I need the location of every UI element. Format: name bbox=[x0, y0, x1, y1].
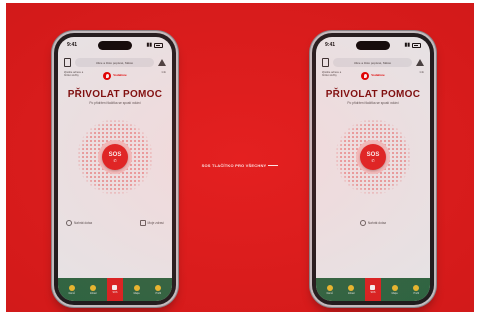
upload-query-label: Nahrát dotaz bbox=[74, 221, 93, 225]
brand-name: Vodafone bbox=[113, 73, 127, 78]
map-icon bbox=[133, 284, 140, 291]
page-title: PŘIVOLAT POMOC bbox=[67, 89, 163, 100]
upload-query-label: Nahrát dotaz bbox=[367, 221, 387, 225]
tab-sos[interactable]: SOS bbox=[364, 278, 381, 301]
location-hint: Zjistěte adresu a blízké služby bbox=[322, 71, 342, 77]
tab-label: Profil bbox=[413, 291, 419, 295]
dynamic-island bbox=[98, 41, 132, 50]
caption-text: SOS TLAČÍTKO PRO VŠECHNY bbox=[201, 163, 267, 168]
status-time: 9:41 bbox=[67, 42, 78, 48]
tab-label: SOS bbox=[112, 291, 118, 294]
page-subtitle: Po přidržení tlačítka se spustí volání bbox=[347, 101, 399, 105]
vodafone-logo-icon bbox=[361, 72, 370, 80]
tab-health[interactable]: Zdraví bbox=[85, 284, 101, 295]
plus-icon bbox=[370, 285, 376, 290]
tab-map[interactable]: Mapa bbox=[387, 284, 403, 295]
phone-mockup-right: 9:41 ▮▮ Ulice a číslo popisné, Město Zji… bbox=[312, 33, 434, 305]
sos-button[interactable]: SOS ✆ bbox=[360, 144, 386, 170]
page-subtitle: Po přidržení tlačítka se spustí volání bbox=[89, 101, 141, 105]
tab-home[interactable]: Domů bbox=[64, 284, 80, 295]
dynamic-island bbox=[356, 41, 390, 50]
tab-label: SOS bbox=[370, 291, 376, 294]
health-icon bbox=[90, 284, 97, 291]
home-icon bbox=[68, 284, 75, 291]
document-icon[interactable] bbox=[322, 58, 329, 67]
battery-icon bbox=[412, 42, 421, 48]
tab-label: Zdraví bbox=[348, 291, 355, 295]
brand-name: Vodafone bbox=[371, 73, 385, 78]
app-screen: 9:41 ▮▮ Ulice a číslo popisné, Město Zji… bbox=[316, 37, 430, 301]
map-icon bbox=[391, 284, 398, 291]
bottom-tab-bar: Domů Zdraví SOS Mapa Profil bbox=[316, 278, 430, 301]
my-health-button[interactable]: Moje zdraví bbox=[139, 220, 164, 226]
health-icon bbox=[348, 284, 355, 291]
header-subrow: Zjistěte adresu a blízké služby Vodafone… bbox=[64, 71, 166, 85]
phone-icon: ✆ bbox=[113, 157, 117, 163]
document-icon[interactable] bbox=[64, 58, 71, 67]
attach-icon bbox=[66, 220, 72, 226]
profile-icon bbox=[413, 284, 420, 291]
warning-icon[interactable] bbox=[158, 59, 166, 66]
tab-map[interactable]: Mapa bbox=[129, 284, 145, 295]
phone-mockup-left: 9:41 ▮▮ Ulice a číslo popisné, Město Zji… bbox=[54, 33, 176, 305]
brand-logo: Vodafone bbox=[361, 72, 385, 80]
phone-icon: ✆ bbox=[371, 157, 375, 163]
top-bar: Ulice a číslo popisné, Město bbox=[64, 56, 166, 69]
tab-home[interactable]: Domů bbox=[322, 284, 338, 295]
status-icons: ▮▮ bbox=[146, 42, 163, 48]
attach-icon bbox=[359, 220, 366, 226]
tab-label: Profil bbox=[155, 291, 161, 295]
battery-icon bbox=[154, 42, 163, 48]
location-hint: Zjistěte adresu a blízké služby bbox=[64, 71, 84, 77]
tab-sos[interactable]: SOS bbox=[106, 278, 123, 301]
location-field[interactable]: Ulice a číslo popisné, Město bbox=[333, 58, 412, 67]
status-icons: ▮▮ bbox=[404, 42, 421, 48]
tab-health[interactable]: Zdraví bbox=[343, 284, 359, 295]
signal-icon: ▮▮ bbox=[404, 42, 410, 48]
top-bar: Ulice a číslo popisné, Město bbox=[322, 56, 424, 69]
home-icon bbox=[326, 284, 333, 291]
signal-icon: ▮▮ bbox=[146, 42, 152, 48]
action-row: Nahrát dotaz bbox=[324, 218, 422, 228]
tab-profile[interactable]: Profil bbox=[408, 284, 424, 295]
health-icon bbox=[139, 220, 146, 226]
arrow-icon bbox=[268, 165, 279, 167]
warning-icon[interactable] bbox=[416, 59, 424, 66]
info-link[interactable]: Info bbox=[402, 71, 424, 74]
location-field[interactable]: Ulice a číslo popisné, Město bbox=[75, 58, 154, 67]
tab-profile[interactable]: Profil bbox=[150, 284, 166, 295]
tab-label: Domů bbox=[326, 291, 333, 295]
tab-label: Mapa bbox=[133, 291, 140, 295]
upload-query-button[interactable]: Nahrát dotaz bbox=[66, 220, 92, 226]
plus-icon bbox=[112, 285, 118, 290]
action-row: Nahrát dotaz Moje zdraví bbox=[66, 218, 164, 228]
promo-background: 9:41 ▮▮ Ulice a číslo popisné, Město Zji… bbox=[6, 3, 474, 312]
status-time: 9:41 bbox=[325, 42, 336, 48]
tab-label: Mapa bbox=[391, 291, 398, 295]
tab-label: Domů bbox=[68, 291, 75, 295]
app-screen: 9:41 ▮▮ Ulice a číslo popisné, Město Zji… bbox=[58, 37, 172, 301]
page-title: PŘIVOLAT POMOC bbox=[325, 89, 421, 100]
bottom-tab-bar: Domů Zdraví SOS Mapa Profil bbox=[58, 278, 172, 301]
upload-query-button[interactable]: Nahrát dotaz bbox=[359, 220, 387, 226]
my-health-label: Moje zdraví bbox=[147, 221, 164, 225]
profile-icon bbox=[155, 284, 162, 291]
brand-logo: Vodafone bbox=[103, 72, 127, 80]
header-subrow: Zjistěte adresu a blízké služby Vodafone… bbox=[322, 71, 424, 85]
vodafone-logo-icon bbox=[103, 72, 112, 80]
info-link[interactable]: Info bbox=[144, 71, 166, 74]
tab-label: Zdraví bbox=[90, 291, 97, 295]
